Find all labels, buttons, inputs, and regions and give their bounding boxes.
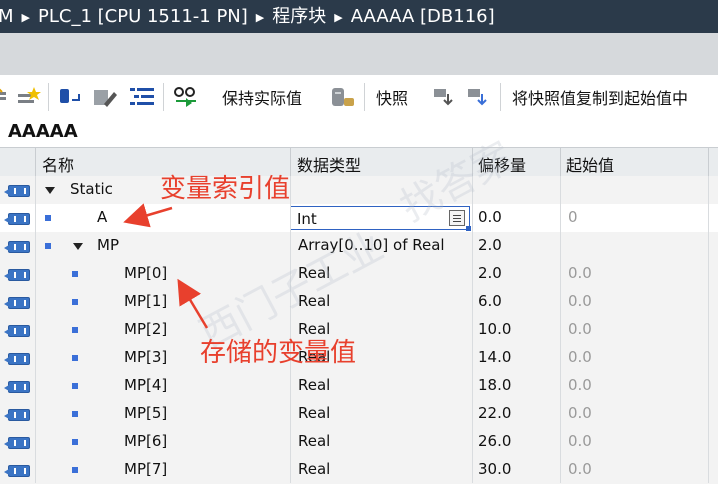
arrow-to-stored-value	[177, 278, 209, 329]
annotation-arrows	[123, 203, 209, 329]
arrow-to-index	[123, 203, 173, 228]
